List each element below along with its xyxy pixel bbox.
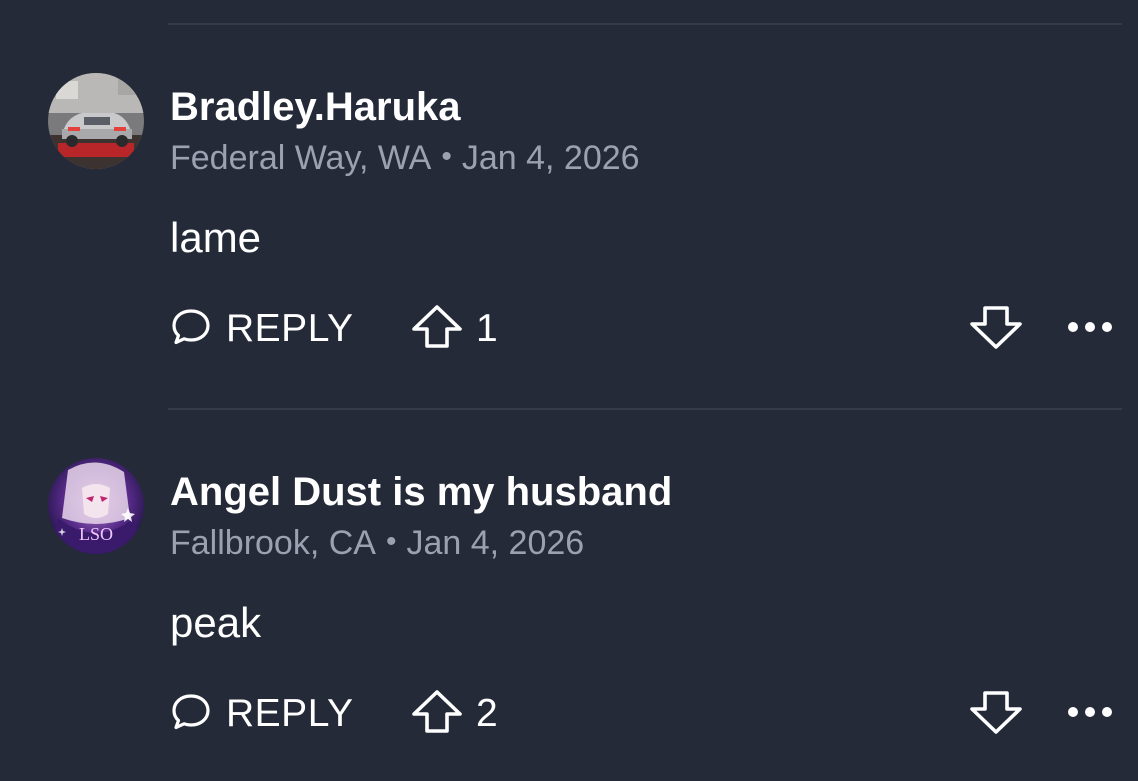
arrow-down-icon <box>968 688 1024 741</box>
comment-item: LSO Angel Dust is my husband Fallbrook, … <box>0 410 1138 750</box>
username[interactable]: Bradley.Haruka <box>170 87 461 127</box>
username[interactable]: Angel Dust is my husband <box>170 472 672 512</box>
avatar[interactable]: LSO <box>48 458 144 554</box>
meta-separator: • <box>385 525 397 558</box>
anime-character-avatar-image: LSO <box>48 458 144 554</box>
more-options-button[interactable] <box>1066 684 1114 744</box>
comment-meta: Federal Way, WA • Jan 4, 2026 <box>170 141 640 175</box>
timestamp: Jan 4, 2026 <box>406 524 585 562</box>
upvote-count: 2 <box>476 692 498 735</box>
speech-bubble-icon <box>170 691 212 738</box>
comment-text: peak <box>170 599 262 646</box>
meta-separator: • <box>441 140 452 173</box>
comment-text: lame <box>170 214 262 261</box>
timestamp: Jan 4, 2026 <box>461 139 640 177</box>
reply-button[interactable]: REPLY <box>170 299 354 359</box>
upvote-button[interactable]: 1 <box>410 299 498 359</box>
reply-label: REPLY <box>226 692 354 735</box>
ellipsis-icon <box>1066 705 1114 724</box>
arrow-up-icon <box>410 303 464 356</box>
avatar-logo-text: LSO <box>79 524 113 544</box>
downvote-button[interactable] <box>968 684 1024 744</box>
reply-label: REPLY <box>226 307 354 350</box>
upvote-count: 1 <box>476 307 498 350</box>
arrow-down-icon <box>968 303 1024 356</box>
comment-item: Bradley.Haruka Federal Way, WA • Jan 4, 20… <box>0 25 1138 365</box>
upvote-button[interactable]: 2 <box>410 684 498 744</box>
reply-button[interactable]: REPLY <box>170 684 354 744</box>
location: Federal Way, WA <box>170 139 432 177</box>
downvote-button[interactable] <box>968 299 1024 359</box>
comment-meta: Fallbrook, CA • Jan 4, 2026 <box>170 526 584 560</box>
comment-actions: REPLY 2 <box>0 684 1138 744</box>
ellipsis-icon <box>1066 320 1114 339</box>
arrow-up-icon <box>410 688 464 741</box>
car-photo-avatar-image <box>48 73 144 169</box>
speech-bubble-icon <box>170 306 212 353</box>
avatar[interactable] <box>48 73 144 169</box>
more-options-button[interactable] <box>1066 299 1114 359</box>
location: Fallbrook, CA <box>170 524 376 562</box>
comment-actions: REPLY 1 <box>0 299 1138 359</box>
